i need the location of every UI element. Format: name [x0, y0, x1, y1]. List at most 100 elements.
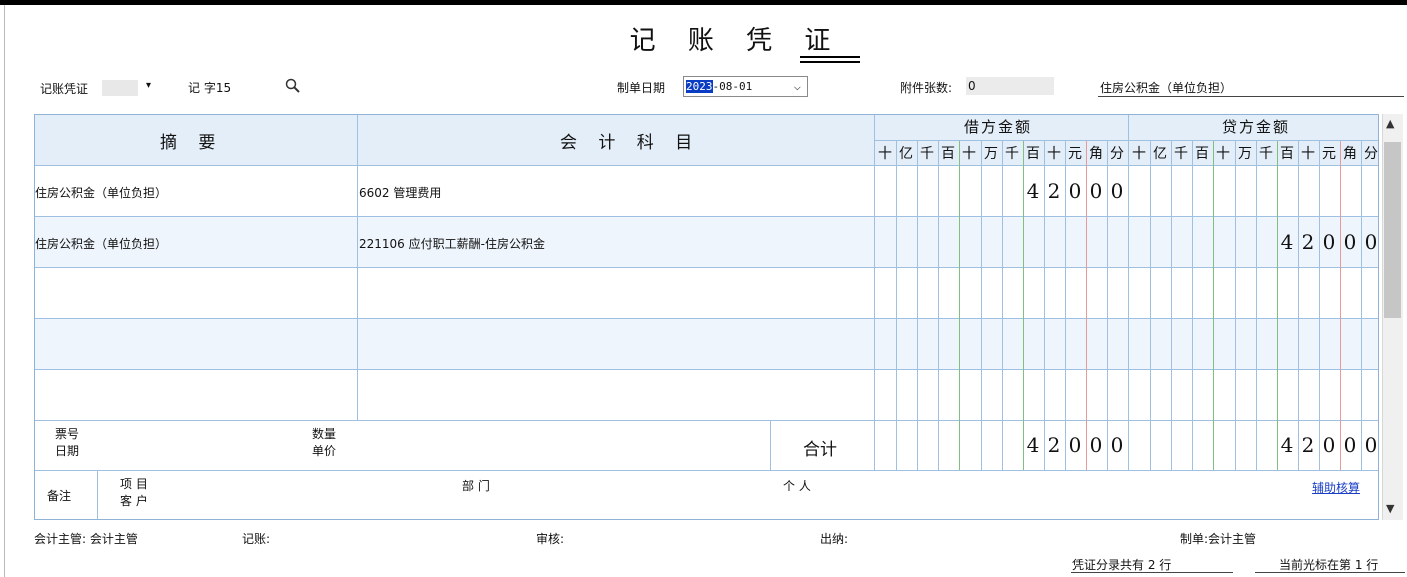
digit-column-line [1340, 141, 1341, 470]
scroll-up-icon[interactable]: ▲ [1386, 117, 1394, 130]
status-underline [1071, 572, 1233, 573]
debit-digit-label: 十 [962, 146, 976, 162]
credit-digit-label: 百 [1280, 146, 1294, 162]
grid-vline-total [770, 420, 771, 470]
grid-hline [35, 420, 1378, 421]
credit-digit-label: 角 [1343, 146, 1357, 162]
digit-column-line [981, 141, 982, 470]
chevron-down-icon[interactable]: ⌵ [794, 79, 801, 93]
grid-hline [35, 318, 1378, 319]
scrollbar-thumb[interactable] [1384, 142, 1401, 318]
credit-digit-label: 十 [1216, 146, 1230, 162]
attachments-input[interactable]: 0 [966, 77, 1054, 95]
entry-2-credit-digit: 0 [1343, 230, 1357, 254]
date-rest: -08-01 [712, 80, 753, 93]
date-small-label: 日期 [55, 444, 80, 458]
cursor-position-status: 当前光标在第 1 行 [1279, 558, 1379, 572]
search-icon[interactable] [284, 77, 302, 95]
column-credit: 贷方金额 [1222, 118, 1291, 136]
entry-2-credit-digit: 2 [1301, 230, 1315, 254]
debit-digit-label: 百 [1026, 146, 1040, 162]
total-debit-digit: 2 [1047, 433, 1061, 457]
digit-column-line [1298, 141, 1299, 470]
total-debit-digit: 4 [1026, 433, 1040, 457]
credit-digit-label: 百 [1195, 146, 1209, 162]
digit-column-line [1256, 141, 1257, 470]
grid-hline [35, 165, 1378, 166]
left-frame-line [4, 5, 5, 577]
column-summary: 摘 要 [160, 133, 224, 153]
entry-1-account[interactable]: 6602 管理费用 [359, 184, 441, 201]
digit-column-line [1150, 141, 1151, 470]
remark-label: 备注 [47, 489, 72, 503]
entry-1-debit-digit: 0 [1068, 179, 1082, 203]
grid-hline [35, 267, 1378, 268]
chief-accountant: 会计主管: 会计主管 [34, 532, 138, 546]
debit-digit-label: 千 [920, 146, 934, 162]
debit-digit-label: 千 [1005, 146, 1019, 162]
grid-hline [35, 470, 1378, 471]
entry-count-status: 凭证分录共有 2 行 [1072, 558, 1172, 572]
debit-digit-label: 万 [984, 146, 998, 162]
credit-digit-label: 元 [1322, 146, 1336, 162]
entry-1-debit-digit: 0 [1089, 179, 1103, 203]
debit-digit-label: 百 [941, 146, 955, 162]
digit-column-line [1235, 141, 1236, 470]
entry-2-account[interactable]: 221106 应付职工薪酬-住房公积金 [359, 235, 545, 252]
debit-digit-label: 十 [1047, 146, 1061, 162]
digit-column-line [1002, 141, 1003, 470]
auxiliary-accounting-link[interactable]: 辅助核算 [1312, 479, 1360, 496]
entry-2-credit-digit: 4 [1280, 230, 1294, 254]
digit-column-line [917, 141, 918, 470]
person-label: 个 人 [783, 479, 811, 493]
credit-digit-label: 十 [1132, 146, 1146, 162]
digit-column-line [1192, 141, 1193, 470]
total-debit-digit: 0 [1089, 433, 1103, 457]
voucher-number: 记 字15 [188, 81, 232, 95]
project-label: 项 目 [120, 477, 148, 491]
reviewer-label: 审核: [536, 532, 565, 546]
maker-label: 制单:会计主管 [1180, 532, 1257, 546]
total-credit-digit: 0 [1343, 433, 1357, 457]
voucher-type-label: 记账凭证 [40, 81, 89, 96]
digit-column-line [1361, 141, 1362, 470]
voucher-type-pad [102, 80, 138, 96]
credit-digit-label: 千 [1174, 146, 1188, 162]
debit-digit-label: 十 [878, 146, 892, 162]
entry-1-summary[interactable]: 住房公积金（单位负担） [35, 184, 167, 201]
entry-2-credit-digit: 0 [1322, 230, 1336, 254]
scroll-down-icon[interactable]: ▼ [1386, 502, 1394, 515]
debit-digit-label: 元 [1068, 146, 1082, 162]
customer-label: 客 户 [120, 494, 148, 508]
grid-hline [35, 369, 1378, 370]
title-underline-2 [800, 61, 860, 63]
total-credit-digit: 0 [1322, 433, 1336, 457]
total-label: 合计 [803, 440, 837, 460]
total-debit-digit: 0 [1110, 433, 1124, 457]
top-edge [0, 0, 1407, 5]
voucher-title: 记 账 凭 证 [629, 26, 843, 56]
unit-price-label: 单价 [312, 444, 337, 458]
date-picker[interactable]: 2023 -08-01 ⌵ [683, 76, 808, 97]
debit-digit-label: 角 [1089, 146, 1103, 162]
date-label: 制单日期 [617, 81, 666, 95]
cashier-label: 出纳: [820, 532, 849, 546]
entry-1-debit-digit: 0 [1110, 179, 1124, 203]
credit-digit-label: 分 [1364, 146, 1378, 162]
column-account: 会 计 科 目 [560, 133, 701, 153]
status-underline [1255, 572, 1405, 573]
credit-digit-label: 十 [1301, 146, 1315, 162]
digit-column-line [1277, 141, 1278, 470]
grid-vline-summary [357, 115, 358, 420]
dropdown-arrow-icon[interactable]: ▾ [146, 80, 151, 91]
entry-2-summary[interactable]: 住房公积金（单位负担） [35, 235, 167, 252]
total-debit-digit: 0 [1068, 433, 1082, 457]
voucher-type-select[interactable]: 记账凭证 [38, 79, 144, 97]
grid-vline-debit-credit [1128, 115, 1129, 470]
department-label: 部 门 [462, 479, 490, 493]
grid-hline [35, 216, 1378, 217]
attachments-label: 附件张数: [900, 81, 953, 95]
digit-column-line [1171, 141, 1172, 470]
digit-column-line [959, 141, 960, 470]
voucher-header-text[interactable]: 住房公积金（单位负担） [1100, 79, 1232, 96]
